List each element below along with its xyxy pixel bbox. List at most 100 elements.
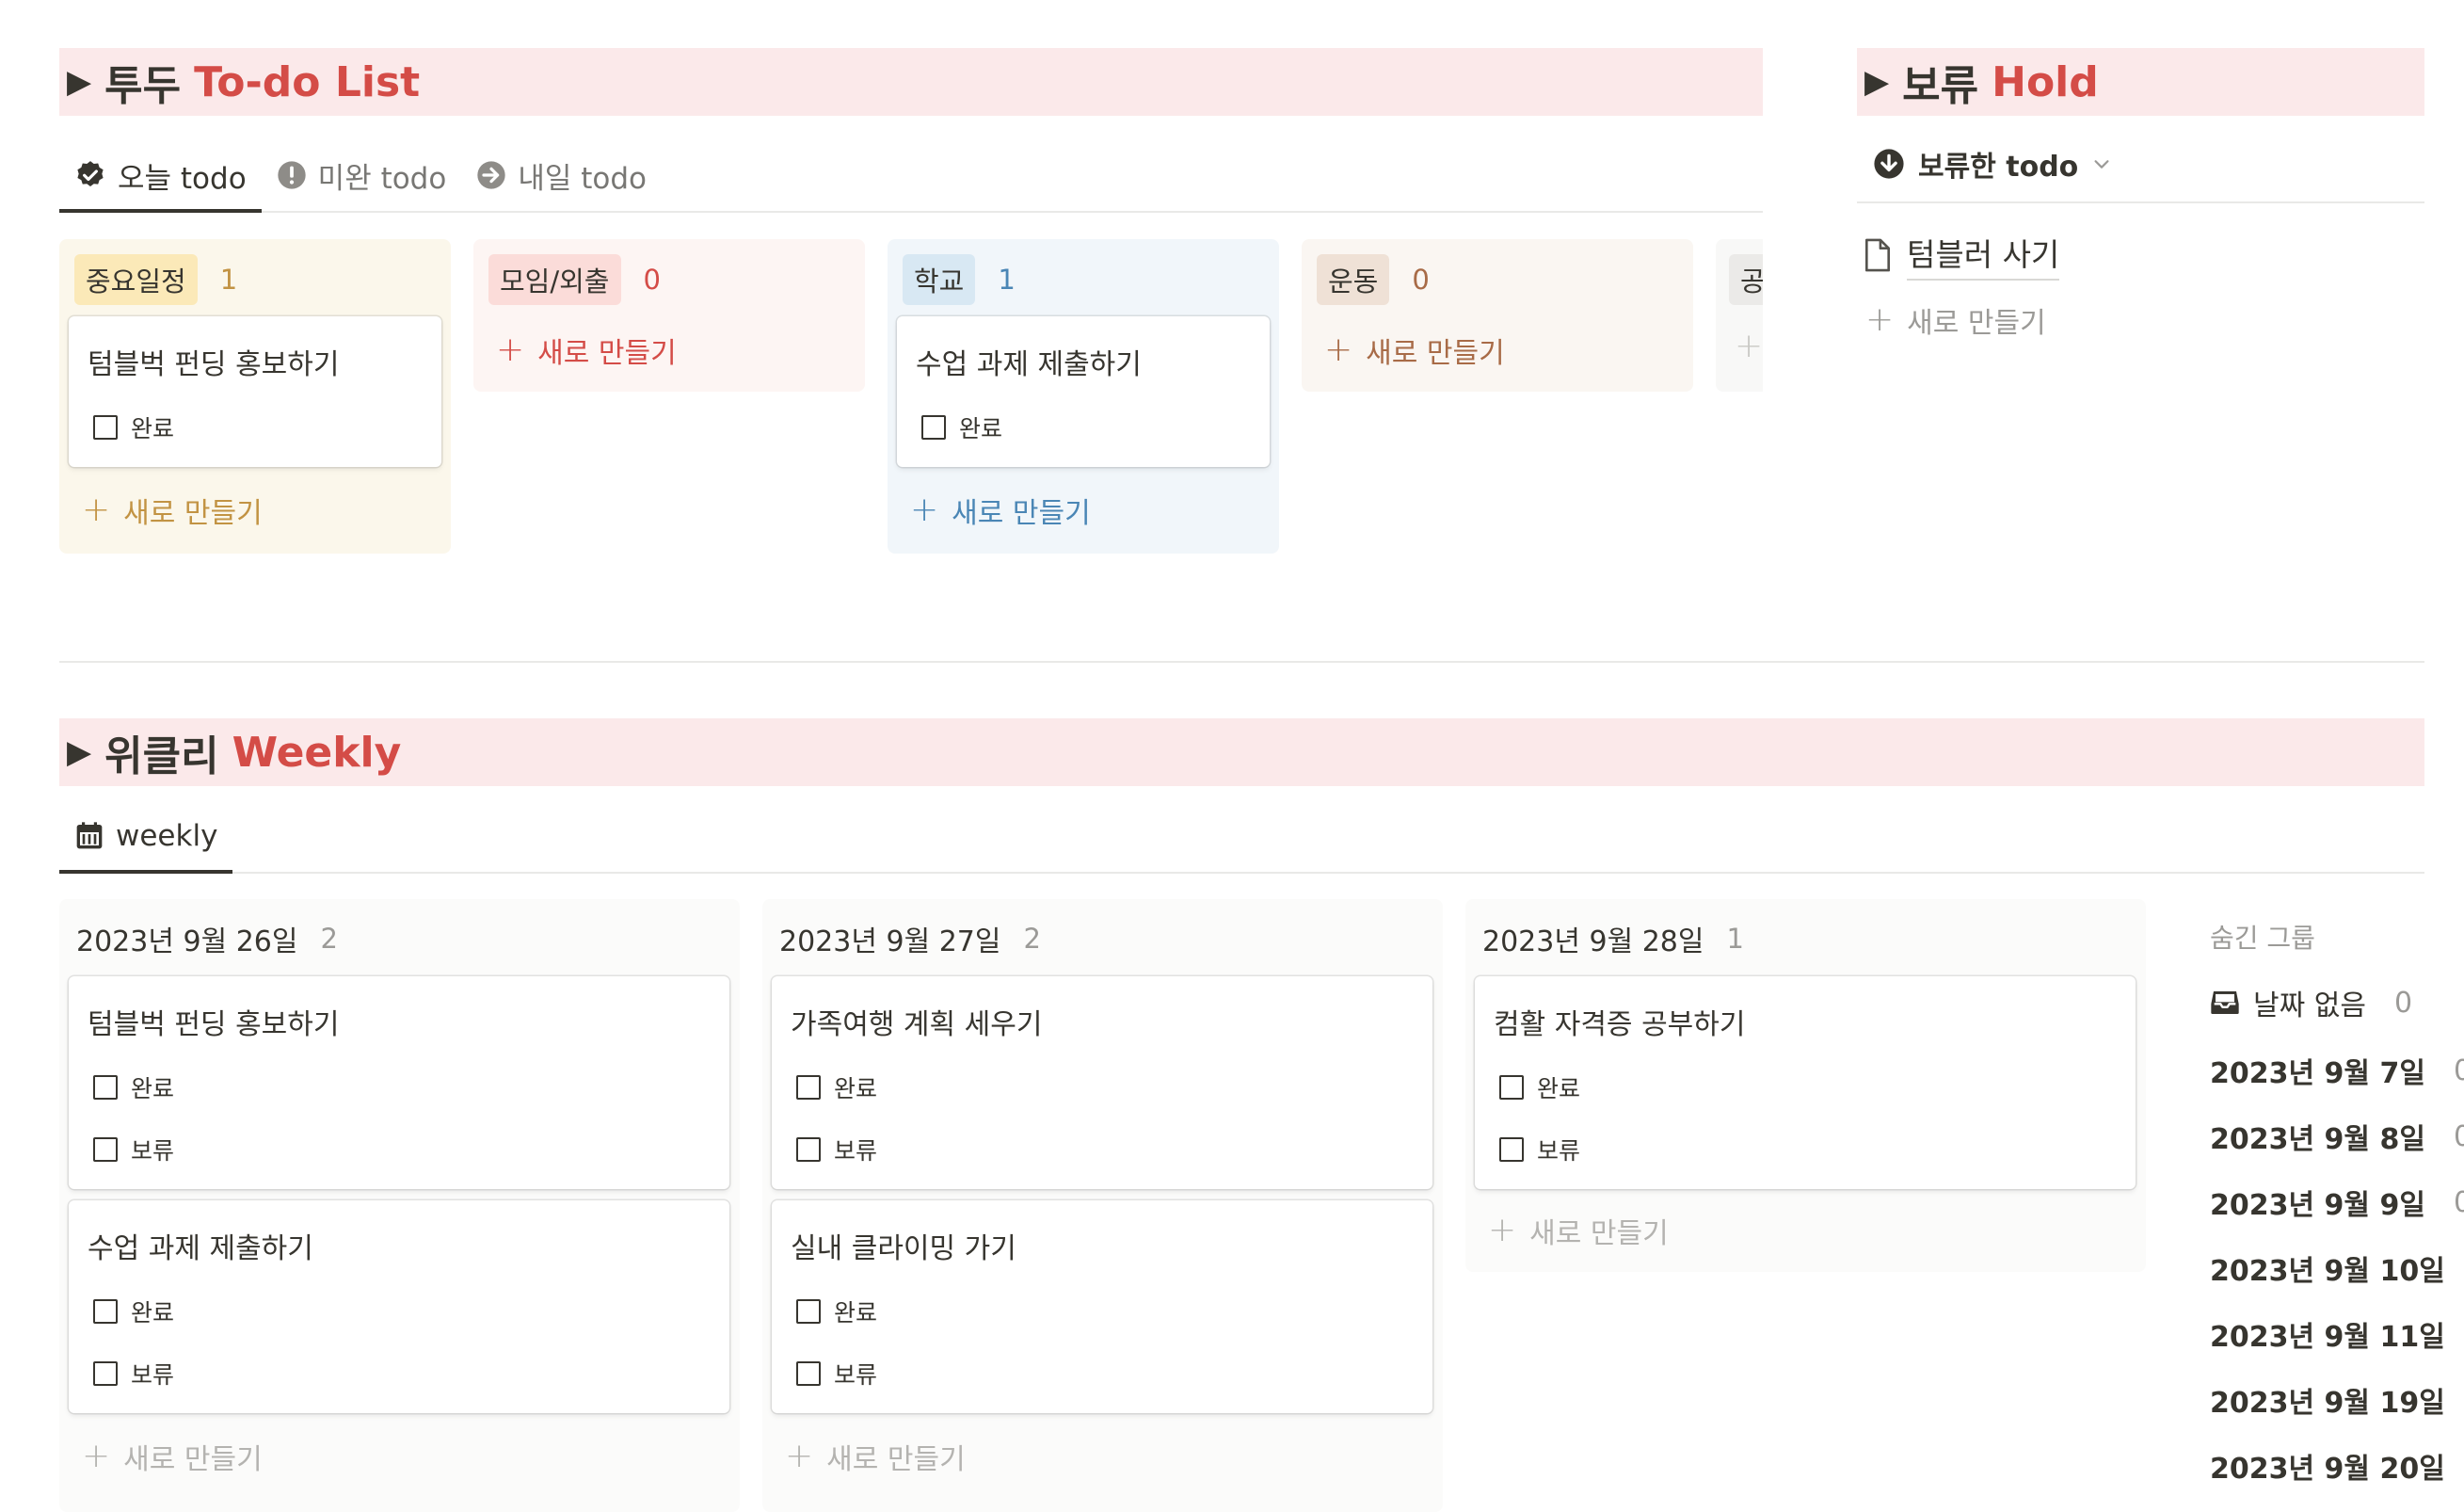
board-column-important: 중요일정 1 텀블벅 펀딩 홍보하기 완료 + 새로 만들기 [59,239,451,554]
hidden-group-item[interactable]: 날짜 없음 0 [2210,982,2412,1023]
board-card[interactable]: 실내 클라이밍 가기 완료 보류 [772,1200,1432,1413]
plus-icon: + [1865,300,1895,339]
board-card[interactable]: 수업 과제 제출하기 완료 보류 [69,1200,729,1413]
checkbox[interactable] [921,415,946,440]
hold-view-label: 보류한 todo [1918,151,2079,184]
checkbox-row[interactable]: 완료 [93,410,174,444]
checkbox-row[interactable]: 보류 [93,1357,174,1391]
hidden-group-item[interactable]: 2023년 9월 10일 0 [2210,1247,2464,1289]
board-card[interactable]: 컴활 자격증 공부하기 완료 보류 [1475,976,2136,1189]
checkbox-row[interactable]: 완료 [796,1070,877,1104]
board-card[interactable]: 수업 과제 제출하기 완료 [897,316,1270,467]
arrow-down-circle-icon [1873,148,1905,180]
board-column-exercise: 운동 0 + 새로 만들기 [1302,239,1693,392]
weekly-section-header: ▶ 위클리 Weekly [59,718,2424,786]
date-group-label[interactable]: 2023년 9월 27일 [779,918,1000,959]
plus-icon: + [82,491,111,529]
new-item-button[interactable]: + [1735,330,1763,363]
card-title: 컴활 자격증 공부하기 [1494,1008,1746,1041]
card-title: 텀블벅 펀딩 홍보하기 [88,348,340,381]
date-group-label[interactable]: 2023년 9월 26일 [76,918,297,959]
plus-icon: + [910,491,939,529]
date-group-label[interactable]: 2023년 9월 28일 [1482,918,1704,959]
board-card[interactable]: 가족여행 계획 세우기 완료 보류 [772,976,1432,1189]
group-count: 0 [643,264,661,296]
weekly-column-sep27: 2023년 9월 27일 2 가족여행 계획 세우기 완료 보류 실내 클라이밍… [762,899,1443,1512]
checkbox[interactable] [796,1075,821,1100]
checkbox-row[interactable]: 완료 [796,1295,877,1328]
plus-icon: + [496,330,525,369]
checkbox-row[interactable]: 완료 [93,1070,174,1104]
hidden-group-item[interactable]: 2023년 9월 8일 0 [2210,1116,2464,1157]
checkbox[interactable] [796,1361,821,1386]
tab-today-todo[interactable]: 오늘 todo [59,139,262,213]
board-card[interactable]: 텀블벅 펀딩 홍보하기 완료 [69,316,441,467]
new-item-button[interactable]: + 새로 만들기 [496,330,677,371]
weekly-view-tabs: weekly [59,800,2424,874]
checkbox[interactable] [93,1137,118,1162]
checkbox[interactable] [1499,1137,1524,1162]
new-item-button[interactable]: + 새로 만들기 [1488,1210,1669,1251]
group-count: 0 [1412,264,1430,296]
plus-icon: + [1488,1211,1517,1249]
hidden-group-item[interactable]: 2023년 9월 7일 0 [2210,1050,2464,1091]
checkbox-label: 완료 [131,1075,175,1102]
checkbox-label: 보류 [1537,1137,1581,1165]
checkbox[interactable] [796,1299,821,1324]
checkbox[interactable] [796,1137,821,1162]
toggle-triangle-icon[interactable]: ▶ [67,63,91,101]
checkbox[interactable] [93,1075,118,1100]
tab-weekly-label: weekly [116,819,218,853]
group-tag[interactable]: 중요일정 [74,254,198,305]
tab-weekly[interactable]: weekly [59,800,233,874]
checkbox-row[interactable]: 완료 [921,410,1002,444]
hold-title-ko: 보류 [1902,62,1979,110]
checkbox[interactable] [93,415,118,440]
hold-new-item-button[interactable]: + 새로 만들기 [1865,299,2046,341]
checkbox-label: 완료 [834,1299,878,1327]
todo-title-ko: 투두 [104,62,182,110]
group-tag[interactable]: 운동 [1317,254,1390,305]
checkbox-row[interactable]: 완료 [93,1295,174,1328]
hold-view-selector[interactable]: 보류한 todo [1873,141,2112,186]
hidden-group-item[interactable]: 2023년 9월 9일 0 [2210,1182,2464,1223]
weekly-column-sep28: 2023년 9월 28일 1 컴활 자격증 공부하기 완료 보류 + 새로 만들… [1465,899,2146,1272]
checkbox-label: 보류 [834,1361,878,1389]
new-item-button[interactable]: + 새로 만들기 [82,1436,263,1477]
hidden-group-item[interactable]: 2023년 9월 20일 0 [2210,1445,2464,1487]
checkbox-row[interactable]: 보류 [796,1133,877,1166]
checkbox-row[interactable]: 완료 [1499,1070,1580,1104]
card-title: 수업 과제 제출하기 [88,1232,313,1265]
checkbox[interactable] [1499,1075,1524,1100]
exclamation-icon [277,160,307,190]
group-tag[interactable]: 모임/외출 [488,254,621,305]
checkbox-row[interactable]: 보류 [796,1357,877,1391]
hidden-groups-panel: 숨긴 그룹 날짜 없음 0 2023년 9월 7일 0 2023년 9월 8일 … [2210,899,2464,1512]
checkbox[interactable] [93,1299,118,1324]
tab-tomorrow-todo[interactable]: 내일 todo [461,139,662,211]
new-item-button[interactable]: + 새로 만들기 [82,490,263,531]
toggle-triangle-icon[interactable]: ▶ [67,733,91,771]
checkbox[interactable] [93,1361,118,1386]
checkbox-row[interactable]: 보류 [1499,1133,1580,1166]
checkbox-label: 완료 [131,1299,175,1327]
hidden-group-item[interactable]: 2023년 9월 11일 0 [2210,1313,2464,1355]
hold-list-item[interactable]: 텀블러 사기 [1864,230,2060,281]
new-item-button[interactable]: + 새로 만들기 [910,490,1091,531]
hidden-group-item[interactable]: 2023년 9월 19일 0 [2210,1379,2464,1421]
calendar-icon [74,821,104,851]
new-item-button[interactable]: + 새로 만들기 [785,1436,966,1477]
checkbox-label: 완료 [834,1075,878,1102]
tab-incomplete-todo[interactable]: 미완 todo [262,139,462,211]
group-tag[interactable]: 학교 [903,254,976,305]
tab-incomplete-label: 미완 todo [317,161,447,196]
hold-divider [1857,201,2424,203]
checkbox-row[interactable]: 보류 [93,1133,174,1166]
weekly-title-en: Weekly [232,728,402,777]
new-item-button[interactable]: + 새로 만들기 [1324,330,1505,371]
board-card[interactable]: 텀블벅 펀딩 홍보하기 완료 보류 [69,976,729,1189]
group-tag[interactable]: 공 [1729,254,1763,305]
checkbox-label: 보류 [834,1137,878,1165]
toggle-triangle-icon[interactable]: ▶ [1864,63,1889,101]
tab-tomorrow-label: 내일 todo [518,161,648,196]
